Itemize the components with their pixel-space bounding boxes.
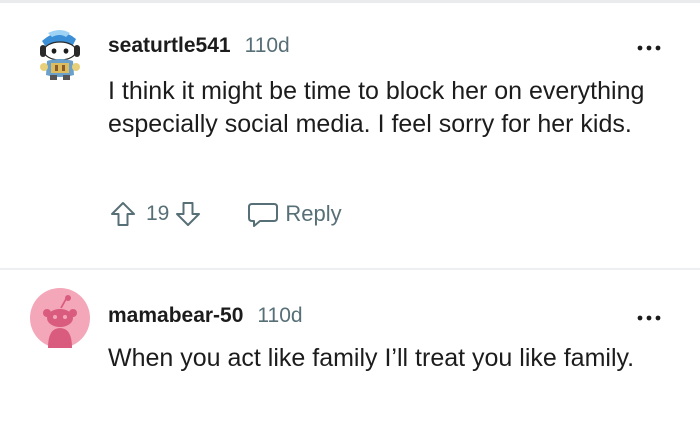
reply-label: Reply: [285, 201, 342, 226]
more-options-button[interactable]: [634, 308, 664, 328]
comment: mamabear-50 110d When you act like famil…: [0, 270, 700, 428]
arrow-up-icon: [111, 202, 135, 226]
comment-age: 110d: [244, 34, 290, 57]
reply-button[interactable]: Reply: [247, 200, 342, 228]
ellipsis-icon: [637, 45, 661, 51]
snoo-avatar-blue-icon: [40, 30, 80, 80]
avatar[interactable]: [30, 288, 90, 348]
comment-thread: seaturtle541 110d I think it might be ti…: [0, 0, 700, 428]
comment-meta: seaturtle541 110d: [108, 34, 290, 64]
speech-bubble-icon: [248, 203, 279, 227]
upvote-button[interactable]: [108, 199, 138, 229]
comment-meta: mamabear-50 110d: [108, 304, 303, 334]
comment-actions: 19 Reply: [108, 196, 342, 232]
comment-body: I think it might be time to block her on…: [108, 77, 645, 138]
vote-score: 19: [146, 202, 170, 225]
comment: seaturtle541 110d I think it might be ti…: [0, 0, 700, 268]
downvote-button[interactable]: [173, 199, 203, 229]
ellipsis-icon: [637, 315, 661, 321]
snoo-avatar-pink-icon: [30, 288, 90, 348]
avatar[interactable]: [30, 23, 90, 83]
username[interactable]: mamabear-50: [108, 304, 243, 328]
comment-body: When you act like family I’ll treat you …: [108, 344, 635, 372]
arrow-down-icon: [176, 202, 201, 226]
more-options-button[interactable]: [634, 38, 664, 58]
username[interactable]: seaturtle541: [108, 34, 231, 58]
comment-age: 110d: [257, 304, 303, 327]
